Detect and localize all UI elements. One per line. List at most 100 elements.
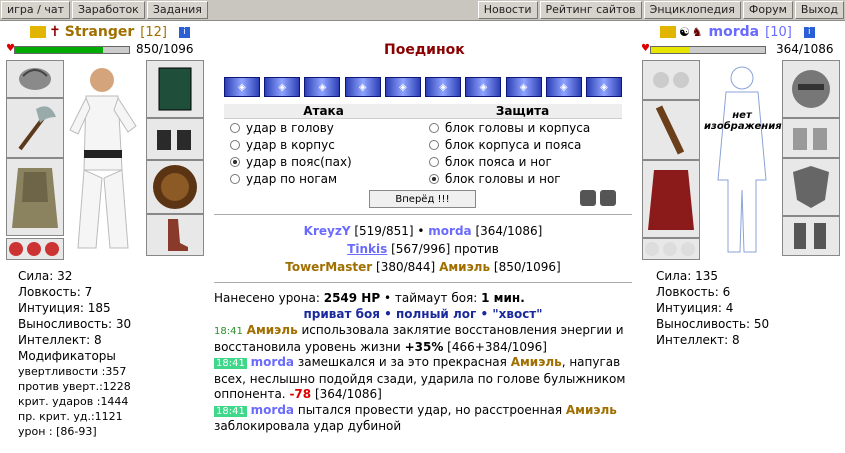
radio-selected-icon[interactable] (429, 173, 439, 184)
helmet-icon (19, 68, 51, 90)
participant-hp: [567/996] (391, 242, 451, 256)
mod-anti-crit: пр. крит. уд.:1121 (18, 410, 123, 423)
radio-icon[interactable] (230, 139, 240, 150)
log-amount: +35% (404, 339, 444, 354)
timeout-label: таймаут боя: (394, 291, 478, 305)
axe-slot[interactable] (6, 98, 64, 158)
armor-slot[interactable] (642, 160, 700, 238)
stat-endurance: Выносливость: 30 (18, 317, 132, 331)
block-head-body[interactable]: блок головы и корпуса (423, 119, 622, 136)
defense-options: блок головы и корпуса блок корпуса и поя… (423, 119, 622, 187)
shield-slot[interactable] (782, 158, 840, 216)
nav-news[interactable]: Новости (477, 1, 538, 19)
earrings-icon (653, 72, 689, 88)
helmet-slot[interactable] (782, 60, 840, 118)
gloves-icon (157, 130, 191, 150)
participants-line-1: KreyzY [519/851] • morda [364/1086] (303, 224, 543, 238)
participants-line-2: Tinkis [567/996] против (214, 240, 632, 258)
chest-armor-slot[interactable] (146, 60, 204, 118)
radio-selected-icon[interactable] (230, 156, 240, 167)
radio-icon[interactable] (429, 139, 439, 150)
participant-hp: [364/1086] (475, 224, 543, 238)
damage-value: 2549 HP (323, 291, 381, 305)
attack-legs[interactable]: удар по ногам (224, 170, 423, 187)
auto-icon[interactable] (600, 190, 616, 206)
action-gem-icon: ◈ (585, 77, 622, 97)
nav-site-rating[interactable]: Рейтинг сайтов (539, 1, 642, 19)
log-text: заблокировала удар дубиной (214, 419, 402, 433)
right-hp-fill (651, 47, 690, 53)
action-gems: ◈ ◈ ◈ ◈ ◈ ◈ ◈ ◈ ◈ ◈ (224, 77, 622, 99)
log-actor[interactable]: morda (251, 355, 294, 369)
participant-hp: [850/1096] (493, 260, 561, 274)
attack-head[interactable]: удар в голову (224, 119, 423, 136)
nav-earnings[interactable]: Заработок (72, 1, 145, 19)
block-body-waist[interactable]: блок корпуса и пояса (423, 136, 622, 153)
participant-name[interactable]: TowerMaster (285, 260, 372, 274)
demon-icon: ♞ (691, 25, 703, 39)
gloves-slot[interactable] (146, 118, 204, 160)
helmet-slot[interactable] (6, 60, 64, 98)
radio-icon[interactable] (429, 122, 439, 133)
participant-name[interactable]: Tinkis (347, 242, 387, 256)
radio-icon[interactable] (230, 122, 240, 133)
right-player-name[interactable]: morda (709, 24, 760, 40)
heart-icon: ♥ (641, 43, 650, 54)
log-actor[interactable]: Амиэль (566, 403, 617, 417)
log-text: замешкался и за это прекрасная (297, 355, 507, 369)
rings-slot[interactable] (6, 238, 64, 260)
nav-exit[interactable]: Выход (794, 1, 844, 19)
nav-game-chat[interactable]: игра / чат (1, 1, 70, 19)
top-nav-right: Новости Рейтинг сайтов Энциклопедия Фору… (477, 0, 845, 20)
log-tail: [364/1086] (314, 387, 382, 401)
boots-slot[interactable] (146, 214, 204, 256)
radio-icon[interactable] (230, 173, 240, 184)
attack-waist[interactable]: удар в пояс(пах) (224, 153, 423, 170)
tail-link[interactable]: "хвост" (492, 307, 542, 321)
earrings-slot[interactable] (642, 60, 700, 100)
stat-strength: Сила: 135 (656, 269, 718, 283)
clan-icon (660, 26, 676, 38)
rings-slot[interactable] (642, 238, 700, 260)
club-slot[interactable] (642, 100, 700, 160)
participant-name[interactable]: Амиэль (439, 260, 490, 274)
info-icon[interactable]: i (803, 26, 815, 38)
silhouette-icon (717, 66, 767, 253)
gloves-slot[interactable] (782, 118, 840, 158)
full-log-link[interactable]: полный лог (396, 307, 476, 321)
participant-hp: [380/844] (376, 260, 436, 274)
participant-name[interactable]: morda (428, 224, 471, 238)
radio-icon[interactable] (429, 156, 439, 167)
info-icon[interactable]: i (178, 26, 190, 38)
log-actor[interactable]: Амиэль (511, 355, 562, 369)
shield-slot[interactable] (146, 160, 204, 214)
nav-tasks[interactable]: Задания (146, 1, 208, 19)
block-head-legs[interactable]: блок головы и ног (423, 170, 622, 187)
refresh-icon[interactable] (580, 190, 596, 206)
attack-body[interactable]: удар в корпус (224, 136, 423, 153)
attack-header: Атака (224, 104, 423, 119)
mod-anti-dodge: против уверт.:1228 (18, 380, 131, 393)
block-waist-legs[interactable]: блок пояса и ног (423, 153, 622, 170)
log-actor[interactable]: Амиэль (247, 323, 298, 337)
attack-options: удар в голову удар в корпус удар в пояс(… (224, 119, 423, 187)
clan-icon (30, 26, 46, 38)
divider (214, 214, 632, 215)
nav-encyclopedia[interactable]: Энциклопедия (643, 1, 741, 19)
stat-agility: Ловкость: 6 (656, 285, 731, 299)
private-fight-link[interactable]: приват боя (303, 307, 379, 321)
mod-crit: крит. ударов :1444 (18, 395, 129, 408)
breastplate-icon (158, 67, 192, 111)
nav-forum[interactable]: Форум (742, 1, 793, 19)
rings-icon (645, 242, 695, 256)
action-gem-icon: ◈ (425, 77, 462, 97)
stat-intellect: Интеллект: 8 (18, 333, 102, 347)
armor-slot[interactable] (6, 158, 64, 236)
forward-button[interactable]: Вперёд !!! (369, 190, 476, 208)
participant-name[interactable]: KreyzY (304, 224, 351, 238)
helmet-icon (792, 70, 830, 108)
left-player-name[interactable]: Stranger (65, 24, 135, 40)
log-actor[interactable]: morda (251, 403, 294, 417)
damage-label: Нанесено урона: (214, 291, 320, 305)
boots-slot[interactable] (782, 216, 840, 256)
